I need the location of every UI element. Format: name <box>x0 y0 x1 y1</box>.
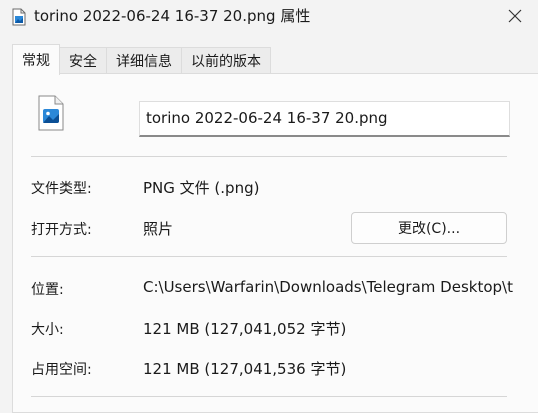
file-name-field[interactable]: torino 2022-06-24 16-37 20.png <box>139 101 510 137</box>
opens-with-value: 照片 <box>143 220 174 238</box>
tab-details[interactable]: 详细信息 <box>106 47 182 74</box>
change-button[interactable]: 更改(C)... <box>351 212 507 244</box>
location-value: C:\Users\Warfarin\Downloads\Telegram Des… <box>143 278 513 296</box>
title-bar: torino 2022-06-24 16-37 20.png 属性 <box>0 0 538 34</box>
size-on-disk-label: 占用空间: <box>31 362 92 378</box>
opens-with-label: 打开方式: <box>31 222 92 238</box>
size-value: 121 MB (127,041,052 字节) <box>143 320 347 338</box>
tab-strip: 常规 安全 详细信息 以前的版本 <box>12 44 271 75</box>
size-label: 大小: <box>31 322 64 338</box>
file-type-value: PNG 文件 (.png) <box>143 179 260 197</box>
divider <box>31 396 507 397</box>
divider <box>31 256 507 257</box>
close-button[interactable] <box>492 0 538 32</box>
tab-security[interactable]: 安全 <box>59 47 107 74</box>
size-on-disk-value: 121 MB (127,041,536 字节) <box>143 360 347 378</box>
png-file-icon <box>38 95 64 131</box>
file-image-icon <box>12 8 26 26</box>
window-title: torino 2022-06-24 16-37 20.png 属性 <box>34 7 311 25</box>
file-type-label: 文件类型: <box>31 181 92 197</box>
tab-general[interactable]: 常规 <box>12 44 60 75</box>
location-label: 位置: <box>31 282 64 298</box>
close-icon <box>508 9 522 23</box>
divider <box>31 156 507 157</box>
tab-previous-versions[interactable]: 以前的版本 <box>181 47 271 74</box>
